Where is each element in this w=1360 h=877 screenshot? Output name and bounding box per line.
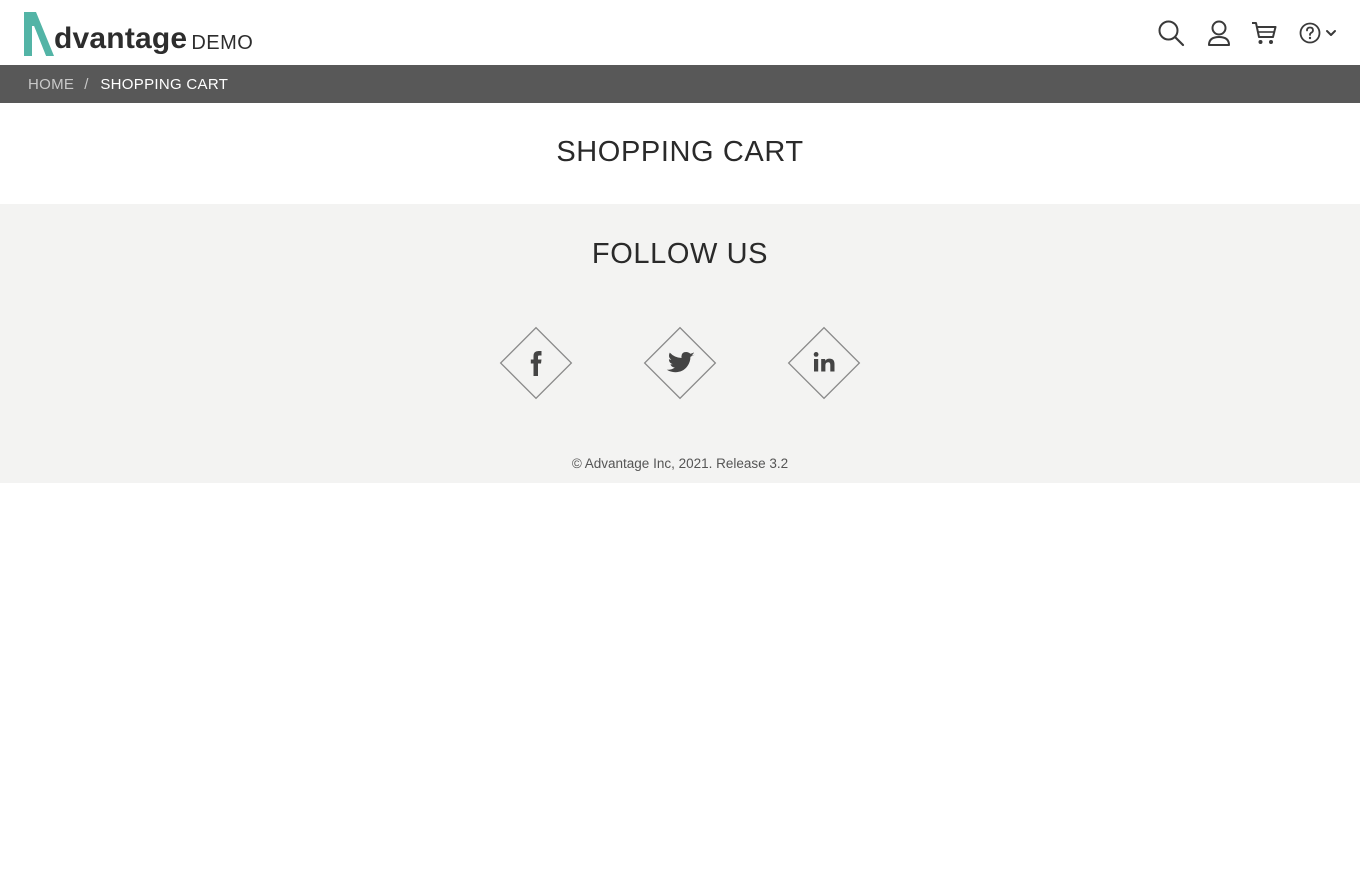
twitter-icon — [666, 352, 695, 373]
linkedin-link[interactable] — [782, 321, 866, 405]
page-title: SHOPPING CART — [556, 136, 804, 168]
logo-mark-icon — [24, 12, 54, 56]
search-icon[interactable] — [1157, 19, 1185, 47]
breadcrumb-current: SHOPPING CART — [100, 75, 229, 93]
header-icons — [1157, 16, 1338, 50]
help-icon — [1299, 22, 1321, 44]
follow-us-title: FOLLOW US — [591, 238, 769, 270]
help-menu[interactable] — [1299, 22, 1338, 44]
copyright-text: © Advantage Inc, 2021. Release 3.2 — [571, 456, 789, 471]
breadcrumb-home-link[interactable]: HOME — [28, 76, 74, 93]
cart-icon[interactable] — [1251, 20, 1277, 46]
facebook-link[interactable] — [494, 321, 578, 405]
breadcrumb: HOME / SHOPPING CART — [0, 65, 1360, 103]
logo[interactable]: dvantage DEMO — [22, 9, 253, 57]
header: dvantage DEMO — [0, 0, 1360, 65]
logo-text: dvantage — [54, 22, 188, 55]
chevron-down-icon — [1326, 30, 1336, 36]
linkedin-icon — [813, 352, 835, 372]
facebook-icon — [530, 351, 542, 376]
breadcrumb-separator: / — [84, 75, 89, 93]
user-icon[interactable] — [1207, 19, 1231, 47]
twitter-link[interactable] — [638, 321, 722, 405]
footer: FOLLOW US © Advantage Inc, 2021. Release… — [0, 204, 1360, 483]
logo-demo-text: DEMO — [191, 32, 254, 54]
